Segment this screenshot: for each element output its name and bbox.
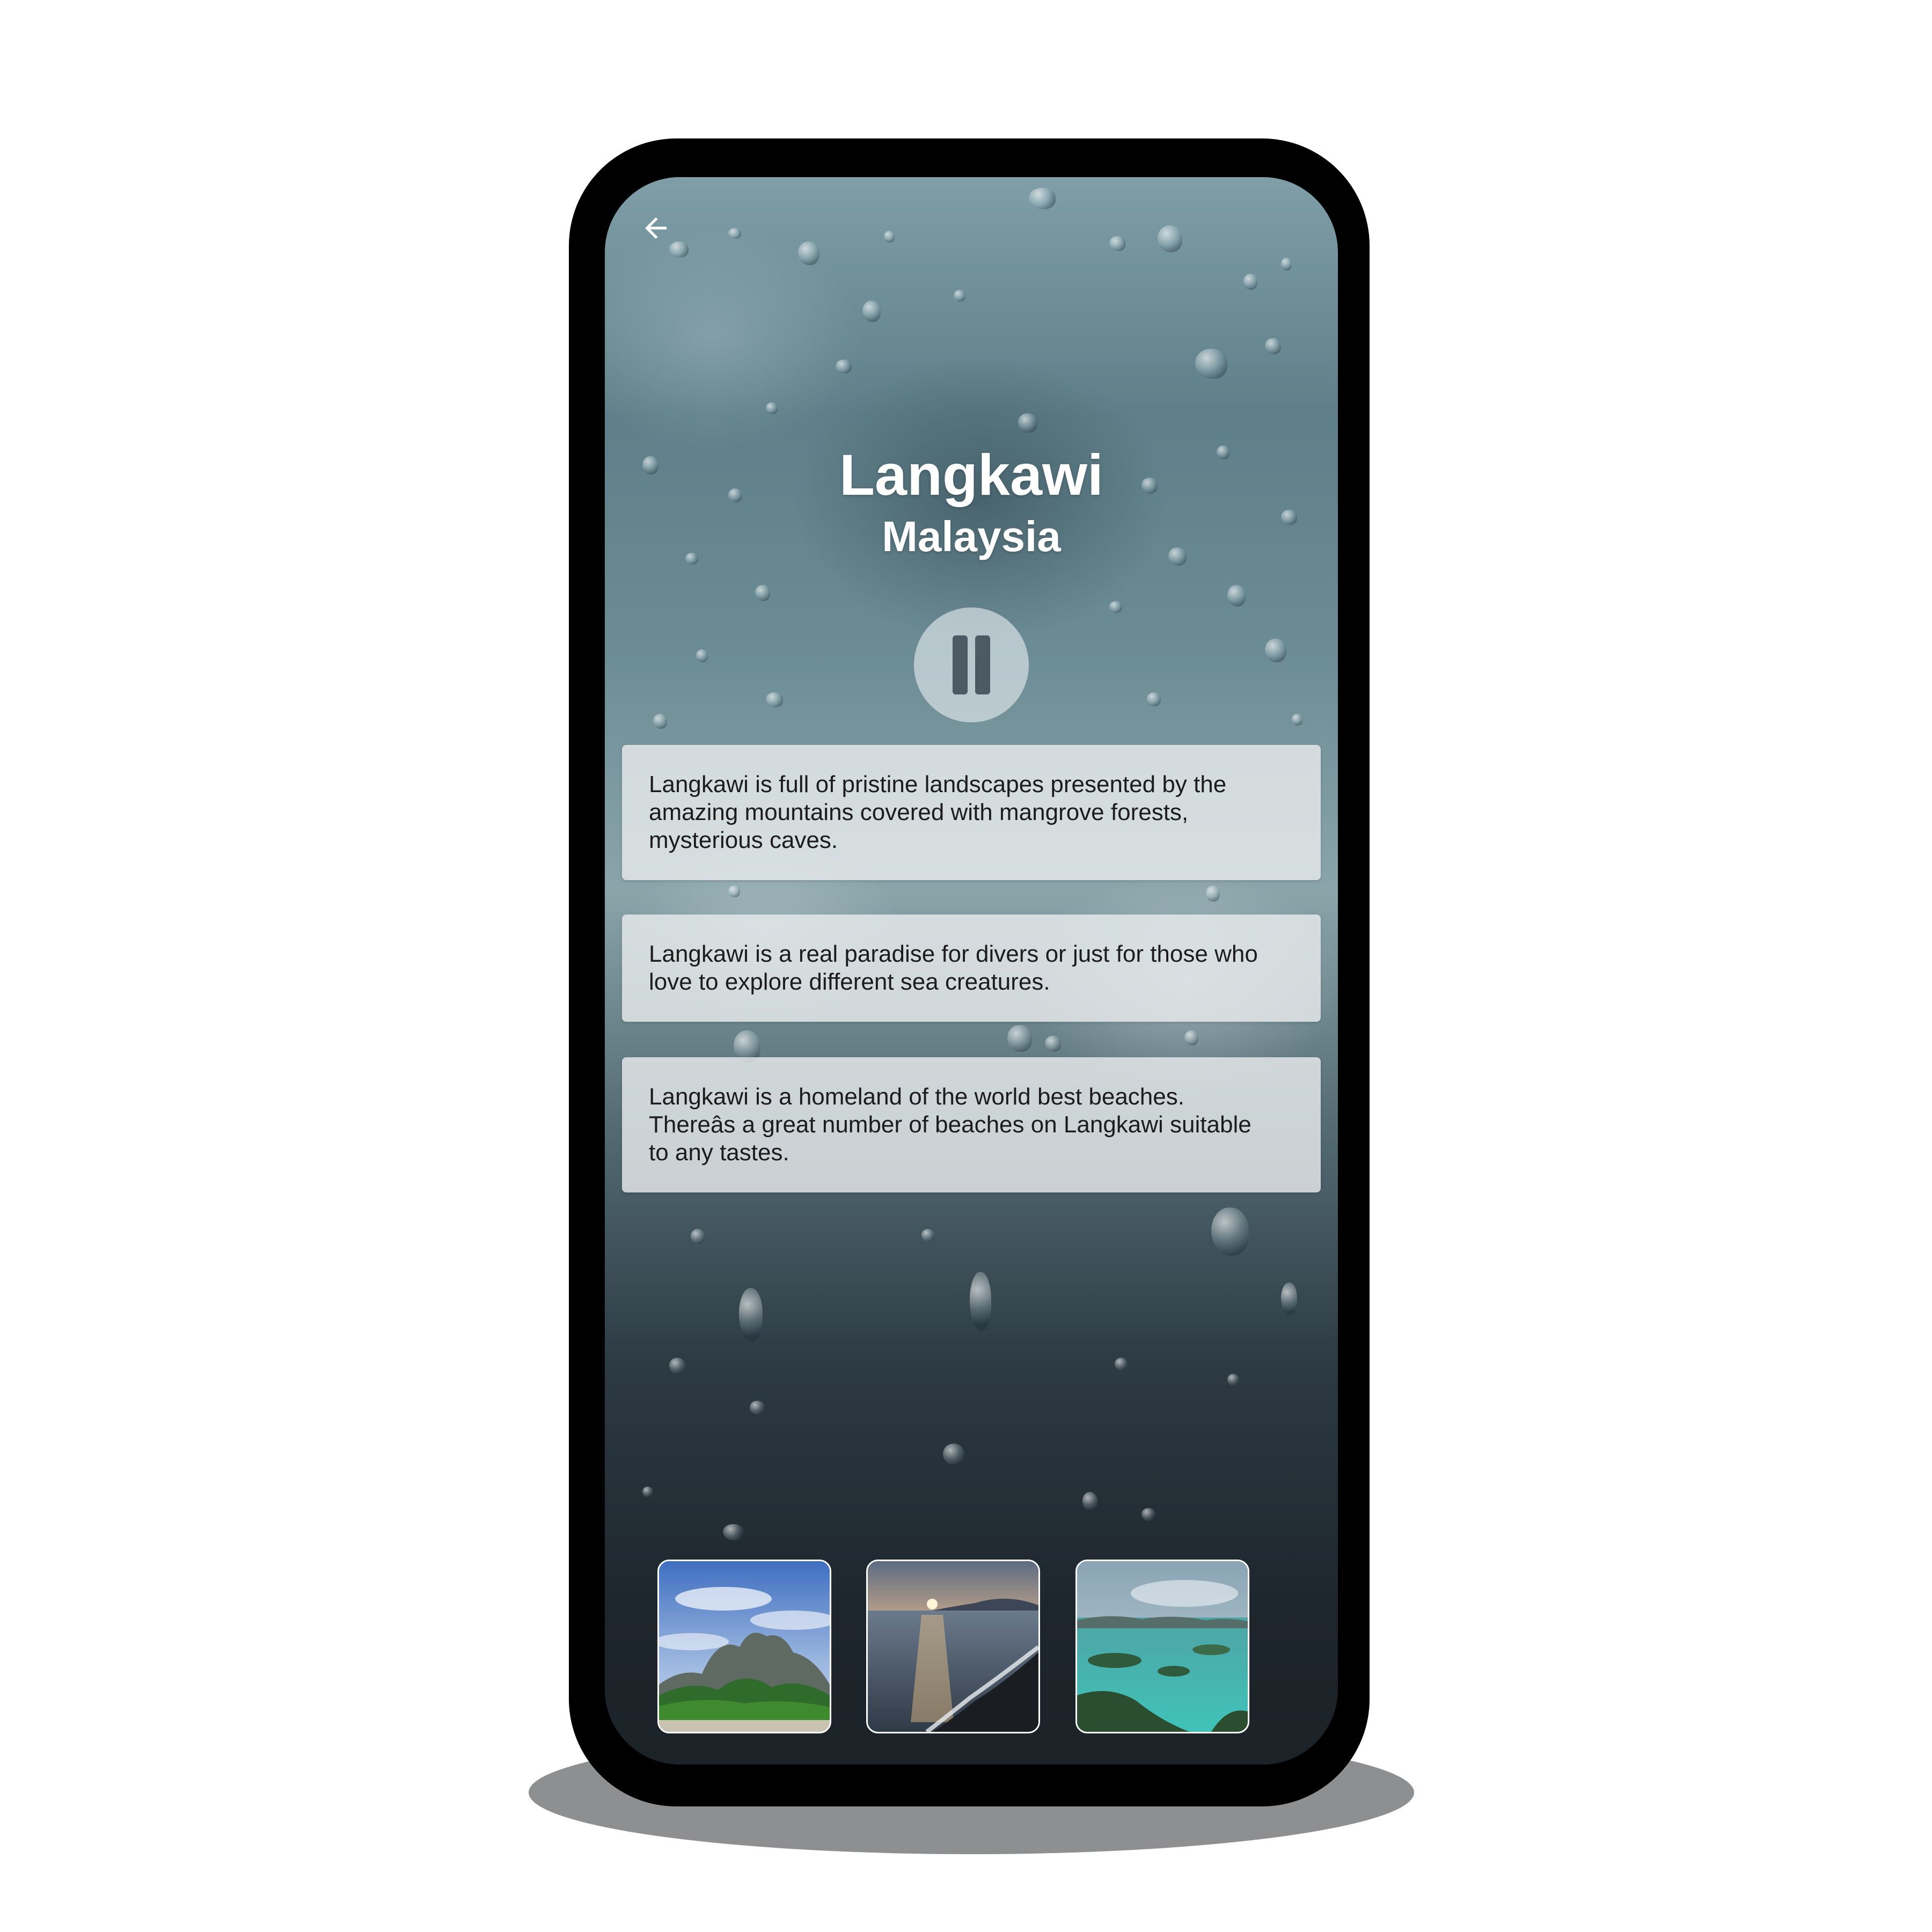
fact-text-line: Langkawi is full of pristine landscapes … bbox=[649, 771, 1227, 797]
fact-text-line: mysterious caves. bbox=[649, 827, 838, 853]
fact-text-line: love to explore different sea creatures. bbox=[649, 969, 1050, 995]
mountain-forest-photo bbox=[659, 1561, 830, 1732]
pause-button[interactable] bbox=[914, 608, 1029, 722]
arrow-left-icon bbox=[645, 217, 667, 239]
destination-heading: Langkawi Malaysia bbox=[605, 440, 1338, 564]
beach-sunset-photo bbox=[868, 1561, 1038, 1732]
fact-card-beaches: Langkawi is a homeland of the world best… bbox=[622, 1057, 1321, 1192]
fact-card-landscapes: Langkawi is full of pristine landscapes … bbox=[622, 745, 1321, 880]
destination-name: Langkawi bbox=[839, 442, 1104, 507]
fact-text-line: Langkawi is a homeland of the world best… bbox=[649, 1084, 1184, 1110]
destination-country: Malaysia bbox=[882, 513, 1061, 560]
island-lagoon-photo bbox=[1077, 1561, 1248, 1732]
back-button[interactable] bbox=[634, 207, 677, 250]
fact-text-line: to any tastes. bbox=[649, 1139, 789, 1166]
fact-text-line: amazing mountains covered with mangrove … bbox=[649, 799, 1189, 825]
gallery-thumbnail-lagoon[interactable] bbox=[1075, 1560, 1249, 1733]
fact-text-line: Langkawi is a real paradise for divers o… bbox=[649, 941, 1258, 967]
gallery-thumbnail-mountain[interactable] bbox=[657, 1560, 831, 1733]
gallery-thumbnail-sunset[interactable] bbox=[866, 1560, 1040, 1733]
fact-card-diving: Langkawi is a real paradise for divers o… bbox=[622, 914, 1321, 1022]
canvas: Langkawi Malaysia Langkawi is full of pr… bbox=[0, 0, 1932, 1932]
fact-text-line: Thereâs a great number of beaches on Lan… bbox=[649, 1111, 1252, 1138]
app-screen: Langkawi Malaysia Langkawi is full of pr… bbox=[605, 177, 1338, 1765]
